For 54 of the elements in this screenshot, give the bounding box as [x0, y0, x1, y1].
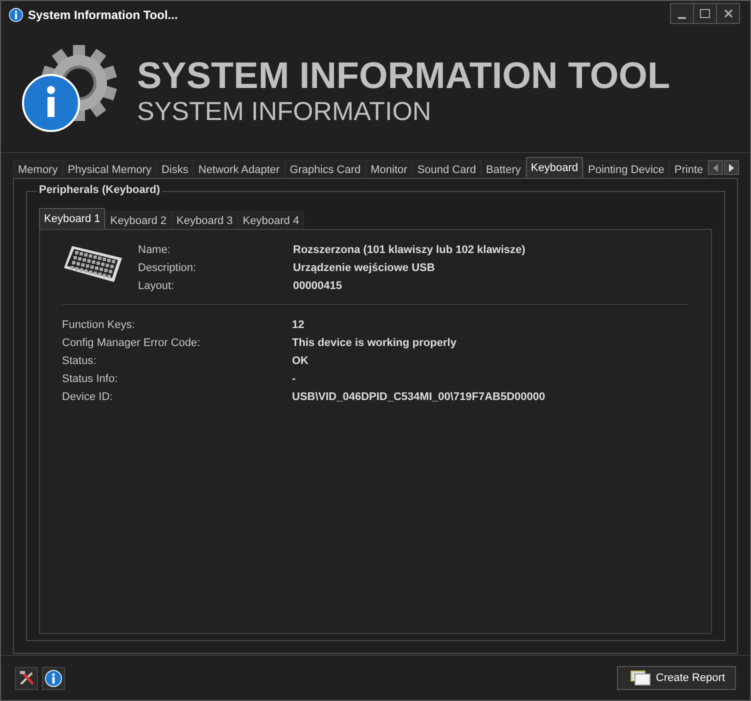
tab[interactable]: Memory: [13, 160, 63, 178]
tab[interactable]: Battery: [481, 160, 526, 178]
tab[interactable]: Keyboard 2: [105, 211, 172, 229]
window-title: System Information Tool...: [28, 8, 179, 22]
gear-info-icon: [21, 45, 117, 135]
tools-button[interactable]: [15, 666, 38, 690]
minimize-icon: [678, 16, 686, 18]
app-title: SYSTEM INFORMATION TOOL: [137, 56, 670, 94]
right-arrow-icon: [729, 164, 734, 172]
field-label: Status:: [62, 355, 98, 367]
field-value: Urządzenie wejściowe USB: [293, 262, 436, 274]
field-label: Status Info:: [62, 373, 119, 385]
tab[interactable]: Disks: [156, 160, 194, 178]
info-icon: [45, 670, 62, 686]
field-value: Rozszerzona (101 klawiszy lub 102 klawisze): [293, 244, 526, 256]
keyboard-icon: [62, 244, 124, 284]
about-button[interactable]: [42, 666, 65, 690]
tab[interactable]: Keyboard 1: [39, 208, 106, 229]
field-value: 00000415: [293, 280, 343, 292]
field-value: OK: [292, 355, 310, 367]
field-label: Config Manager Error Code:: [62, 337, 202, 349]
maximize-button[interactable]: [693, 3, 717, 24]
app-icon: [9, 8, 23, 22]
tab[interactable]: Monitor: [366, 160, 412, 178]
tab[interactable]: Sound Card: [412, 160, 482, 178]
close-icon: [724, 9, 732, 18]
tab[interactable]: Physical Memory: [62, 160, 156, 178]
tab[interactable]: Pointing Device: [582, 160, 670, 178]
tab[interactable]: Keyboard 3: [172, 211, 238, 229]
field-value: USB\VID_046DPID_C534MI_00\719F7AB5D00000: [292, 391, 546, 403]
close-button[interactable]: [716, 3, 740, 24]
maximize-icon: [700, 9, 710, 18]
left-arrow-icon: [713, 164, 718, 172]
create-report-button[interactable]: Create Report: [616, 666, 736, 690]
field-value: -: [292, 373, 297, 385]
tab[interactable]: Network Adapter: [193, 160, 285, 178]
field-label: Layout:: [138, 280, 176, 292]
field-label: Description:: [138, 262, 198, 274]
app-subtitle: SYSTEM INFORMATION: [137, 98, 432, 124]
field-label: Device ID:: [62, 391, 114, 403]
field-value: This device is working properly: [292, 337, 458, 349]
scroll-left-button[interactable]: [708, 160, 724, 175]
group-title: Peripherals (Keyboard): [37, 184, 162, 196]
field-value: 12: [292, 319, 306, 331]
tools-icon: [18, 670, 34, 686]
tab[interactable]: Keyboard 4: [238, 211, 304, 229]
scroll-right-button[interactable]: [724, 160, 740, 175]
tab[interactable]: Printe: [669, 160, 708, 178]
report-icon: [630, 670, 652, 686]
tab[interactable]: Graphics Card: [284, 160, 366, 178]
field-label: Function Keys:: [62, 319, 136, 331]
tab[interactable]: Keyboard: [526, 157, 583, 178]
minimize-button[interactable]: [670, 3, 694, 24]
field-label: Name:: [138, 244, 172, 256]
